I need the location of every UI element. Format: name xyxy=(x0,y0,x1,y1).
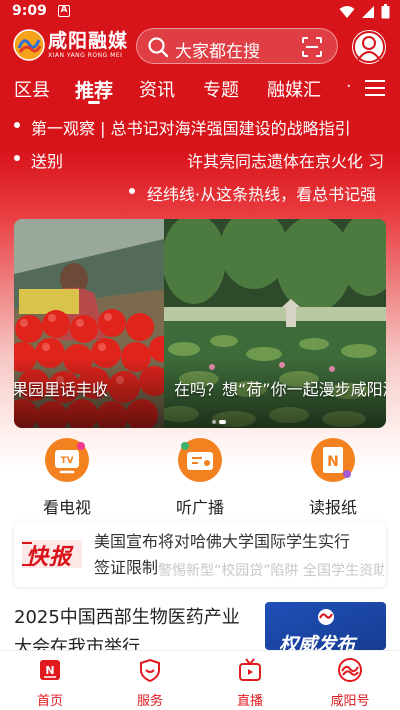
carousel-indicator xyxy=(212,420,226,424)
carousel-slide[interactable]: 在吗？想“荷”你一起漫步咸阳湖 xyxy=(164,219,386,428)
status-bar: 9:09 A xyxy=(0,0,400,24)
xianyang-account-icon xyxy=(338,658,362,682)
nav-home[interactable]: N 首页 xyxy=(10,657,90,709)
tab-news[interactable]: 资讯 xyxy=(139,76,175,102)
carousel-slide[interactable]: 果园里话丰收 xyxy=(14,219,164,428)
menu-icon[interactable] xyxy=(364,78,386,98)
slide-caption: 在吗？想“荷”你一起漫步咸阳湖 xyxy=(174,380,386,399)
flash-news-card[interactable]: 快报 美国宣布将对哈佛大学国际学生实行 签证限制 警惕新型“校园贷”陷阱 全国学… xyxy=(14,521,386,587)
flash-news-badge: 快报 xyxy=(26,545,73,570)
search-input[interactable]: 大家都在搜 xyxy=(136,28,338,64)
bottom-navigation: N 首页 服务 直播 咸阳号 xyxy=(0,650,400,710)
quick-link-label: 读报纸 xyxy=(308,498,357,517)
article-thumbnail[interactable]: 权威发布 xyxy=(265,602,386,650)
headline-text: 许其亮同志遗体在京火化 习 xyxy=(187,152,385,171)
headline-ticker[interactable]: 送别 许其亮同志遗体在京火化 习 xyxy=(0,146,400,172)
tab-recommended[interactable]: 推荐 xyxy=(75,76,113,103)
logo-mark-icon xyxy=(318,609,334,625)
battery-icon xyxy=(381,4,390,19)
search-placeholder: 大家都在搜 xyxy=(175,42,260,62)
svg-text:N: N xyxy=(327,454,339,470)
user-icon xyxy=(353,31,385,63)
radio-icon xyxy=(178,438,222,482)
wifi-icon xyxy=(339,5,355,18)
listen-radio-button[interactable]: 听广播 xyxy=(150,436,250,518)
nav-label: 咸阳号 xyxy=(330,694,370,709)
carousel-dot xyxy=(212,420,216,424)
quick-link-label: 看电视 xyxy=(42,498,91,517)
avatar[interactable] xyxy=(352,30,386,64)
svg-text:N: N xyxy=(45,664,54,677)
flash-news-line: 美国宣布将对哈佛大学国际学生实行 xyxy=(94,532,351,551)
nav-live[interactable]: 直播 xyxy=(210,657,290,709)
home-icon: N xyxy=(40,660,60,680)
logo-title: 咸阳融媒 xyxy=(48,30,129,52)
headline-text: 第一观察 | 总书记对海洋强国建设的战略指引 xyxy=(31,119,351,138)
watch-tv-button[interactable]: TV 看电视 xyxy=(17,436,117,518)
live-icon xyxy=(239,658,261,681)
slide-caption: 果园里话丰收 xyxy=(14,380,109,399)
headline-text: 经纬线·从这条热线，看总书记强 xyxy=(147,185,377,204)
tab-counties[interactable]: 区县 xyxy=(14,76,50,102)
headline-scrolling-text: 送别 xyxy=(31,152,64,171)
carousel-dot-active xyxy=(219,420,226,424)
tab-media-hub[interactable]: 融媒汇 xyxy=(267,76,321,102)
quick-link-label: 听广播 xyxy=(175,498,224,517)
tab-topics[interactable]: 专题 xyxy=(203,76,239,102)
tab-fade xyxy=(346,70,366,106)
flash-news-next-line: 警惕新型“校园贷”陷阱 全国学生资助 xyxy=(158,563,384,578)
logo-mark-icon xyxy=(13,29,45,61)
signal-icon xyxy=(362,5,374,18)
headline-ticker[interactable]: 经纬线·从这条热线，看总书记强 xyxy=(0,179,400,205)
headline-ticker[interactable]: 第一观察 | 总书记对海洋强国建设的战略指引 xyxy=(0,113,400,139)
svg-text:TV: TV xyxy=(60,456,73,466)
channel-tabs: 区县 推荐 资讯 专题 融媒汇 · xyxy=(0,70,400,106)
active-tab-indicator xyxy=(88,101,100,104)
read-newspaper-button[interactable]: N 读报纸 xyxy=(283,436,383,518)
nav-label: 服务 xyxy=(136,694,163,709)
notification-badge-icon: A xyxy=(58,5,70,17)
app-logo[interactable]: 咸阳融媒 XIAN YANG RONG MEI xyxy=(12,28,128,62)
nav-label: 直播 xyxy=(236,694,263,709)
search-icon xyxy=(148,37,169,58)
flash-news-line-text: 签证限制 xyxy=(94,558,159,577)
image-carousel[interactable]: 果园里话丰收 在吗？想“荷”你一起漫步咸阳湖 xyxy=(14,219,386,428)
nav-xianyang-account[interactable]: 咸阳号 xyxy=(310,657,390,709)
status-time: 9:09 xyxy=(12,3,47,19)
nav-service[interactable]: 服务 xyxy=(110,657,190,709)
flash-news-line: 签证限制 警惕新型“校园贷”陷阱 全国学生资助 xyxy=(94,554,384,578)
logo-subtitle: XIAN YANG RONG MEI xyxy=(48,52,123,59)
bullet-icon xyxy=(14,155,20,161)
thumbnail-text: 权威发布 xyxy=(279,634,356,650)
top-bar: 咸阳融媒 XIAN YANG RONG MEI 大家都在搜 xyxy=(0,24,400,70)
newspaper-icon: N xyxy=(311,438,355,482)
bullet-icon xyxy=(129,188,135,194)
tv-icon: TV xyxy=(45,438,89,482)
bullet-icon xyxy=(14,122,20,128)
service-icon xyxy=(140,658,160,683)
scan-icon[interactable] xyxy=(301,36,323,58)
nav-label: 首页 xyxy=(36,694,63,709)
